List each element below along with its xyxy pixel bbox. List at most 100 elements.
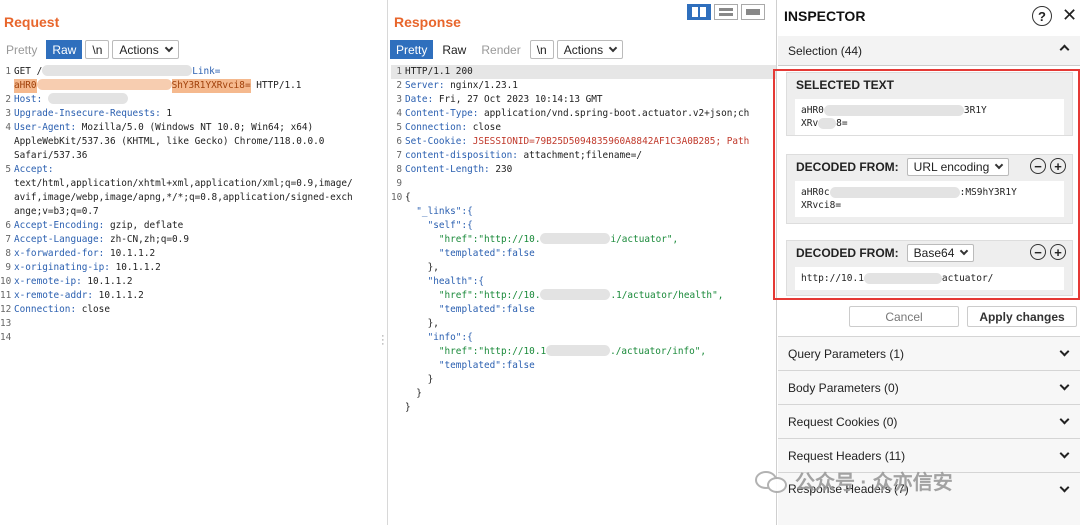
code-line: 7 Accept-Language: zh-CN,zh;q=0.9 — [5, 234, 189, 245]
code-line: } — [405, 402, 411, 413]
code-line: 6 Accept-Encoding: gzip, deflate — [5, 220, 184, 231]
code-line: } — [405, 374, 434, 385]
code-line: 10 x-remote-ip: 10.1.1.2 — [0, 276, 133, 287]
code-line: }, — [405, 262, 439, 273]
code-line: 1 HTTP/1.1 200 — [391, 65, 776, 79]
code-line: AppleWebKit/537.36 (KHTML, like Gecko) C… — [14, 136, 325, 147]
code-line: 13 — [0, 318, 12, 329]
code-line: 5 Connection: close — [396, 122, 501, 133]
code-line: "href":"http://10.1 ./actuator/info", — [405, 345, 707, 357]
redacted-text — [48, 93, 129, 104]
code-line: Safari/537.36 — [14, 150, 88, 161]
response-pane: Response Pretty Raw Render \n Actions 1H… — [389, 0, 777, 525]
highlight-box — [773, 69, 1080, 300]
code-line: 12 Connection: close — [0, 304, 110, 315]
response-render-tab[interactable]: Render — [475, 40, 526, 59]
chevron-down-icon — [1059, 414, 1070, 425]
code-line: }, — [405, 318, 439, 329]
code-line: "templated":false — [405, 304, 535, 315]
code-line: "templated":false — [405, 248, 535, 259]
columns-icon — [692, 7, 706, 17]
query-parameters-section[interactable]: Query Parameters (1) — [778, 336, 1080, 370]
help-icon[interactable]: ? — [1032, 6, 1052, 26]
response-pretty-tab[interactable]: Pretty — [390, 40, 434, 59]
chevron-up-icon — [1059, 44, 1070, 55]
redacted-text — [36, 79, 172, 90]
layout-single-button[interactable] — [741, 4, 765, 20]
apply-changes-button[interactable]: Apply changes — [967, 306, 1077, 327]
code-line: 8 x-forwarded-for: 10.1.1.2 — [5, 248, 156, 259]
selection-header[interactable]: Selection (44) — [778, 36, 1080, 66]
wechat-icon — [755, 467, 789, 495]
code-line: "href":"http://10. i/actuator", — [405, 233, 679, 245]
chevron-down-icon — [164, 43, 173, 52]
single-pane-icon — [746, 9, 760, 15]
code-line: 2 Server: nginx/1.23.1 — [396, 80, 518, 91]
code-line: 11 x-remote-addr: 10.1.1.2 — [0, 290, 144, 301]
code-line: 6 Set-Cookie: JSESSIONID=79B25D5094835960… — [396, 136, 750, 147]
request-cookies-section[interactable]: Request Cookies (0) — [778, 404, 1080, 438]
redacted-text — [540, 233, 611, 244]
response-toolbar: Pretty Raw Render \n Actions — [390, 40, 626, 59]
response-actions-label: Actions — [563, 42, 604, 57]
request-toolbar: Pretty Raw \n Actions — [0, 40, 182, 59]
request-actions-dropdown[interactable]: Actions — [112, 40, 179, 59]
request-raw-tab[interactable]: Raw — [46, 40, 83, 59]
redacted-text — [546, 345, 611, 356]
chevron-down-icon — [1059, 448, 1070, 459]
layout-columns-button[interactable] — [687, 4, 711, 20]
redacted-text — [42, 65, 193, 76]
chevron-down-icon — [608, 43, 618, 52]
chevron-down-icon — [1059, 482, 1070, 493]
response-actions-dropdown[interactable]: Actions — [556, 40, 624, 59]
code-line: "health":{ — [405, 276, 485, 287]
rows-icon — [719, 8, 733, 16]
response-editor[interactable]: 1 HTTP/1.1 200 2 Server: nginx/1.23.1 3 Dat… — [391, 65, 776, 415]
request-pretty-tab[interactable]: Pretty — [0, 40, 43, 59]
code-line: 9 x-originating-ip: 10.1.1.2 — [5, 262, 161, 273]
code-line: "_links":{ — [405, 206, 473, 217]
code-line: 3 Date: Fri, 27 Oct 2023 10:14:13 GMT — [396, 94, 603, 105]
code-line: avif,image/webp,image/apng,*/*;q=0.8,app… — [14, 192, 353, 203]
response-raw-tab[interactable]: Raw — [436, 40, 472, 59]
code-line: "templated":false — [405, 360, 535, 371]
pane-resize-handle[interactable]: · · · — [381, 331, 385, 350]
code-line: "info":{ — [405, 332, 473, 343]
code-line: 5 Accept: — [5, 164, 54, 175]
inspector-actions: Cancel Apply changes — [778, 306, 1080, 328]
code-line: 7 content-disposition: attachment;filenam… — [396, 150, 643, 161]
watermark-text: 公众号 · 众亦信安 — [795, 472, 953, 494]
code-line: 4 Content-Type: application/vnd.spring-bo… — [396, 108, 750, 119]
request-editor[interactable]: 1 GET / Link= aHR0 ShY3R1YXRvci8= HTTP/1.1 … — [0, 65, 387, 345]
code-line: 1 GET / Link= — [5, 65, 221, 77]
chevron-down-icon — [1059, 346, 1070, 357]
watermark: 公众号 · 众亦信安 — [755, 466, 953, 495]
request-pane: Request Pretty Raw \n Actions 1 GET / Link… — [0, 0, 388, 525]
code-line: 9 — [396, 178, 402, 189]
code-line: ange;v=b3;q=0.7 — [14, 206, 99, 217]
response-newline-toggle[interactable]: \n — [529, 40, 554, 59]
code-line: 2 Host: — [0, 93, 387, 107]
code-line: } — [405, 388, 422, 399]
request-actions-label: Actions — [119, 42, 159, 57]
inspector-title: INSPECTOR — [784, 8, 866, 24]
code-line: aHR0 ShY3R1YXRvci8= HTTP/1.1 — [14, 79, 302, 93]
code-line: 14 — [0, 332, 12, 343]
redacted-text — [540, 289, 611, 300]
code-line: 10{ — [391, 192, 411, 203]
code-line: text/html,application/xhtml+xml,applicat… — [14, 178, 353, 189]
cancel-button[interactable]: Cancel — [849, 306, 959, 327]
close-icon[interactable]: ✕ — [1062, 6, 1077, 24]
code-line: 4 User-Agent: Mozilla/5.0 (Windows NT 10.… — [5, 122, 314, 133]
request-newline-toggle[interactable]: \n — [85, 40, 110, 59]
layout-rows-button[interactable] — [714, 4, 738, 20]
code-line: "href":"http://10. .1/actuator/health", — [405, 289, 724, 301]
code-line: 8 Content-Length: 230 — [396, 164, 513, 175]
selection-label: Selection (44) — [788, 43, 863, 58]
request-title: Request — [4, 14, 60, 30]
chevron-down-icon — [1059, 380, 1070, 391]
code-line: 3 Upgrade-Insecure-Requests: 1 — [5, 108, 173, 119]
body-parameters-section[interactable]: Body Parameters (0) — [778, 370, 1080, 404]
code-line: "self":{ — [405, 220, 473, 231]
layout-switcher — [687, 4, 765, 20]
